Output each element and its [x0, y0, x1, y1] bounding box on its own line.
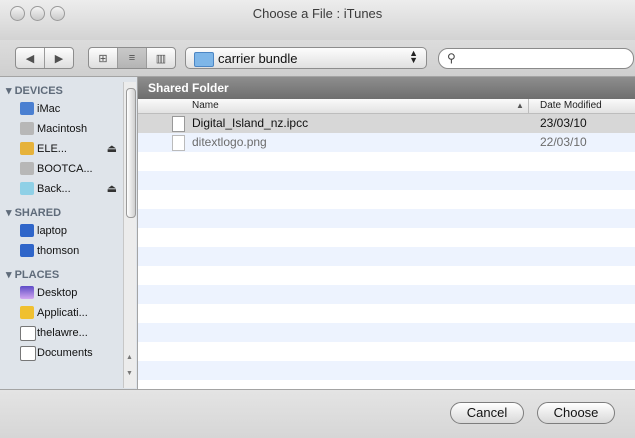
sidebar-item-imac[interactable]: iMac: [0, 99, 137, 119]
empty-row: [138, 323, 635, 342]
empty-row: [138, 342, 635, 361]
empty-row: [138, 190, 635, 209]
list-view-icon: ≡: [128, 52, 136, 64]
back-forward-control: ◀ ▶: [15, 47, 74, 69]
toolbar: ◀ ▶ ⊞ ≡ ▥ carrier bundle ▲ ▼ ⚲: [0, 40, 635, 77]
eject-icon[interactable]: ⏏: [107, 139, 117, 159]
sidebar-item-ele[interactable]: ELE... ⏏: [0, 139, 137, 159]
sidebar-item-documents[interactable]: Documents: [0, 343, 137, 363]
screen-icon: [20, 224, 34, 237]
file-name: ditextlogo.png: [192, 135, 267, 149]
file-date: 23/03/10: [540, 116, 587, 130]
empty-row: [138, 171, 635, 190]
sidebar-item-bootca[interactable]: BOOTCA...: [0, 159, 137, 179]
scrollbar-thumb[interactable]: [126, 88, 136, 218]
sidebar-section-shared[interactable]: ▾ SHARED: [0, 205, 137, 221]
empty-row: [138, 380, 635, 389]
documents-icon: [20, 346, 36, 361]
sidebar-item-thomson[interactable]: thomson: [0, 241, 137, 261]
location-popup[interactable]: carrier bundle ▲ ▼: [185, 47, 427, 69]
search-icon: ⚲: [447, 51, 456, 65]
empty-row: [138, 228, 635, 247]
column-divider[interactable]: [528, 99, 529, 113]
file-date: 22/03/10: [540, 135, 587, 149]
triangle-left-icon: ◀: [25, 52, 35, 65]
file-name: Digital_Island_nz.ipcc: [192, 116, 309, 130]
icon-view-button[interactable]: ⊞: [89, 48, 118, 68]
empty-row: [138, 266, 635, 285]
column-header-row: Name ▲ Date Modified: [138, 99, 635, 114]
back-button[interactable]: ◀: [16, 48, 45, 68]
column-view-button[interactable]: ▥: [147, 48, 175, 68]
search-field[interactable]: ⚲: [438, 48, 634, 69]
sidebar-item-desktop[interactable]: Desktop: [0, 283, 137, 303]
cancel-button[interactable]: Cancel: [450, 402, 524, 424]
column-name[interactable]: Name: [192, 99, 219, 113]
sidebar-item-macintosh[interactable]: Macintosh: [0, 119, 137, 139]
hard-drive-icon: [20, 162, 34, 175]
forward-button[interactable]: ▶: [45, 48, 73, 68]
home-icon: [20, 326, 36, 341]
hard-drive-icon: [20, 122, 34, 135]
file-chooser-window: Choose a File : iTunes ◀ ▶ ⊞ ≡ ▥ carrier…: [0, 0, 635, 438]
empty-row: [138, 285, 635, 304]
list-view-button[interactable]: ≡: [118, 48, 147, 68]
sort-ascending-icon: ▲: [516, 101, 524, 110]
sidebar-item-back[interactable]: Back... ⏏: [0, 179, 137, 199]
disk-image-icon: [20, 182, 34, 195]
document-icon: [172, 116, 185, 132]
empty-row: [138, 152, 635, 171]
choose-button[interactable]: Choose: [537, 402, 615, 424]
triangle-right-icon: ▶: [54, 52, 64, 65]
scroll-up-arrow-icon[interactable]: ▲: [126, 354, 133, 361]
screen-icon: [20, 244, 34, 257]
view-mode-control: ⊞ ≡ ▥: [88, 47, 176, 69]
folder-icon: [194, 52, 214, 67]
sidebar-section-places[interactable]: ▾ PLACES: [0, 267, 137, 283]
table-row[interactable]: ditextlogo.png 22/03/10: [138, 133, 635, 152]
column-view-icon: ▥: [155, 52, 167, 65]
imac-icon: [20, 102, 34, 115]
window-title: Choose a File : iTunes: [252, 6, 383, 21]
location-label: carrier bundle: [218, 51, 298, 66]
sidebar-scrollbar[interactable]: ▲ ▼: [123, 82, 136, 388]
sidebar-section-devices[interactable]: ▾ DEVICES: [0, 83, 137, 99]
bottom-bar: Cancel Choose: [0, 389, 635, 438]
image-file-icon: [172, 135, 185, 151]
empty-row: [138, 304, 635, 323]
eject-icon[interactable]: ⏏: [107, 179, 117, 199]
sidebar-item-laptop[interactable]: laptop: [0, 221, 137, 241]
desktop-icon: [20, 286, 34, 299]
sidebar-item-applications[interactable]: Applicati...: [0, 303, 137, 323]
file-list-header: Shared Folder: [138, 77, 635, 99]
sidebar: ▾ DEVICES iMac Macintosh ELE... ⏏ BOOTCA…: [0, 77, 138, 389]
title-bar: Choose a File : iTunes: [0, 0, 635, 41]
empty-row: [138, 361, 635, 380]
applications-icon: [20, 306, 34, 319]
empty-row: [138, 209, 635, 228]
table-row[interactable]: Digital_Island_nz.ipcc 23/03/10: [138, 114, 635, 133]
file-list: Shared Folder Name ▲ Date Modified Digit…: [138, 77, 635, 389]
scroll-down-arrow-icon[interactable]: ▼: [126, 370, 133, 377]
icon-view-icon: ⊞: [98, 52, 108, 65]
external-drive-icon: [20, 142, 34, 155]
sidebar-item-home[interactable]: thelawre...: [0, 323, 137, 343]
empty-row: [138, 247, 635, 266]
popup-arrows-icon: ▲ ▼: [409, 48, 418, 65]
column-date-modified[interactable]: Date Modified: [540, 99, 602, 113]
